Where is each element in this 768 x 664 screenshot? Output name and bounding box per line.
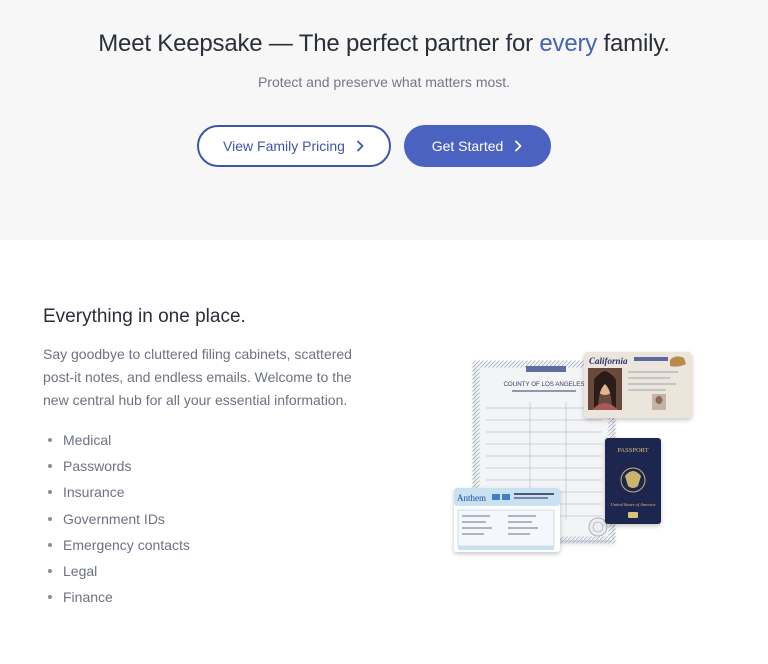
list-item: Government IDs xyxy=(48,506,190,532)
bullet-icon xyxy=(48,464,52,469)
feature-description: Say goodbye to cluttered filing cabinets… xyxy=(43,346,352,408)
passport: PASSPORT United States of America xyxy=(605,438,661,524)
certificate-header: COUNTY OF LOS ANGELES xyxy=(503,381,584,388)
hero-title-accent: every xyxy=(539,30,598,57)
get-started-button[interactable]: Get Started xyxy=(404,125,551,167)
view-family-pricing-button[interactable]: View Family Pricing xyxy=(197,125,391,167)
list-item: Legal xyxy=(48,558,190,584)
passport-label: PASSPORT xyxy=(617,447,648,454)
list-item: Insurance xyxy=(48,479,190,505)
hero-section: Meet Keepsake — The perfect partner for … xyxy=(0,0,768,240)
passport-country: United States of America xyxy=(610,502,656,507)
list-item: Emergency contacts xyxy=(48,532,190,558)
chevron-right-icon xyxy=(357,140,364,152)
hero-title-start: Meet Keepsake — The perfect partner for xyxy=(98,30,540,57)
bullet-icon xyxy=(48,438,52,443)
bullet-icon xyxy=(48,569,52,574)
insurance-brand: Anthem xyxy=(457,493,486,503)
chevron-right-icon xyxy=(515,140,522,152)
bullet-icon xyxy=(48,490,52,495)
list-item-label: Passwords xyxy=(63,458,132,475)
list-item: Passwords xyxy=(48,453,190,479)
list-item: Finance xyxy=(48,584,190,610)
view-family-pricing-label: View Family Pricing xyxy=(223,138,345,154)
drivers-license: California xyxy=(584,352,692,418)
feature-list: Medical Passwords Insurance Government I… xyxy=(48,427,190,610)
get-started-label: Get Started xyxy=(431,138,504,154)
documents-illustration: COUNTY OF LOS ANGELES California PASSPOR… xyxy=(454,352,692,552)
feature-title: Everything in one place. xyxy=(43,306,246,327)
list-item-label: Finance xyxy=(63,589,113,606)
license-state: California xyxy=(589,356,628,366)
list-item: Medical xyxy=(48,427,190,453)
bullet-icon xyxy=(48,595,52,600)
list-item-label: Legal xyxy=(63,563,98,580)
list-item-label: Medical xyxy=(63,432,112,449)
hero-subtitle: Protect and preserve what matters most. xyxy=(257,74,511,90)
list-item-label: Emergency contacts xyxy=(63,536,190,553)
list-item-label: Insurance xyxy=(63,484,125,501)
hero-title-end: family. xyxy=(597,30,670,57)
bullet-icon xyxy=(48,516,52,521)
list-item-label: Government IDs xyxy=(63,510,165,527)
bullet-icon xyxy=(48,542,52,547)
insurance-card: Anthem xyxy=(454,488,560,552)
hero-title: Meet Keepsake — The perfect partner for … xyxy=(0,30,768,58)
